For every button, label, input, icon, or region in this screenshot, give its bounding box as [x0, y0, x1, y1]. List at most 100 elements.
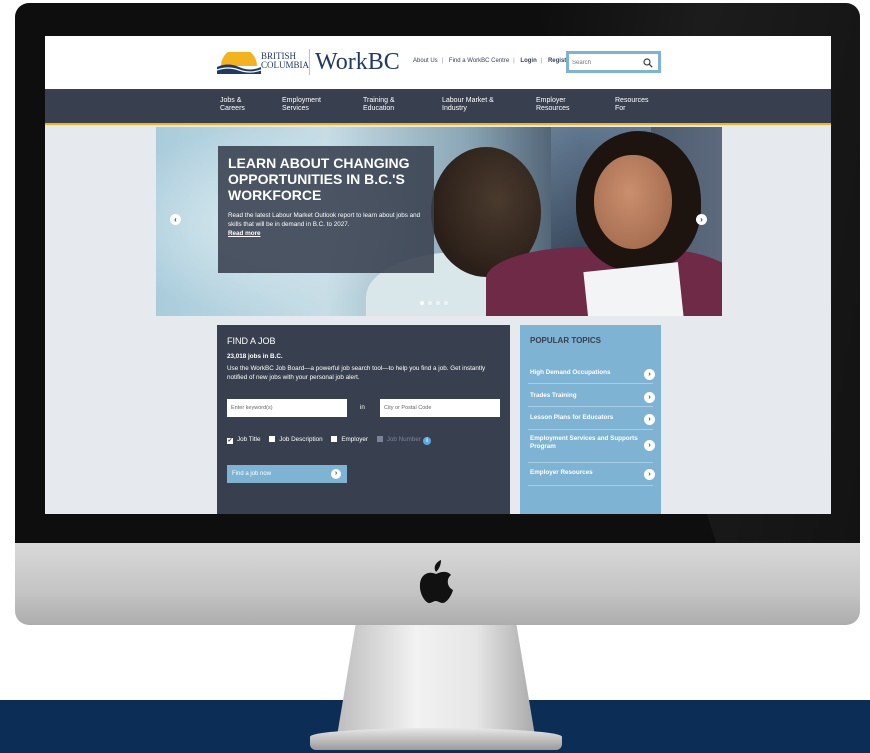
- find-job-description: Use the WorkBC Job Board—a powerful job …: [227, 365, 486, 381]
- logo-divider: [309, 49, 310, 75]
- arrow-right-icon: ›: [644, 414, 655, 425]
- website-screen: BRITISH COLUMBIA WorkBC About Us | Find a…: [45, 36, 831, 514]
- search-filters: ✔ Job Title Job Description Employer Job …: [227, 436, 438, 445]
- hero-description: Read the latest Labour Market Outlook re…: [228, 212, 421, 228]
- location-input[interactable]: City or Postal Code: [380, 399, 500, 417]
- arrow-right-icon: ›: [644, 440, 655, 451]
- nav-label: Education: [363, 105, 395, 112]
- hero-photo-person: [594, 155, 672, 249]
- hero-read-more-link[interactable]: Read more: [228, 229, 424, 238]
- link-separator: |: [441, 58, 444, 64]
- nav-employer-resources[interactable]: Employer Resources: [536, 97, 606, 113]
- nav-label: Training &: [363, 97, 395, 104]
- checkbox-label: Job Description: [279, 436, 323, 443]
- nav-jobs-careers[interactable]: Jobs & Careers: [220, 97, 290, 113]
- monitor-stand-base: [310, 728, 562, 750]
- photo-scene: BRITISH COLUMBIA WorkBC About Us | Find a…: [0, 0, 870, 753]
- carousel-next-icon[interactable]: ›: [696, 214, 707, 225]
- topic-trades-training[interactable]: Trades Training ›: [530, 392, 655, 403]
- nav-labour-market[interactable]: Labour Market & Industry: [442, 97, 512, 113]
- hero-title: LEARN ABOUT CHANGING OPPORTUNITIES IN B.…: [228, 155, 410, 203]
- keyword-input[interactable]: Enter keyword(s): [227, 399, 347, 417]
- link-separator: |: [540, 58, 543, 64]
- nav-training-education[interactable]: Training & Education: [363, 97, 433, 113]
- topic-divider: [528, 429, 653, 430]
- apple-logo-icon: [419, 560, 453, 604]
- checkbox-label: Employer: [341, 436, 368, 443]
- carousel-dot[interactable]: [428, 301, 432, 305]
- nav-label: Careers: [220, 105, 245, 112]
- topic-divider: [528, 406, 653, 407]
- button-label: Find a job now: [232, 471, 272, 477]
- topic-label: Employer Resources: [530, 469, 593, 476]
- topic-high-demand-occupations[interactable]: High Demand Occupations ›: [530, 369, 655, 380]
- topic-divider: [528, 383, 653, 384]
- about-us-link[interactable]: About Us: [413, 58, 438, 64]
- bc-wordmark[interactable]: BRITISH COLUMBIA: [261, 52, 309, 70]
- popular-topics-title: POPULAR TOPICS: [530, 336, 601, 345]
- search-box[interactable]: [566, 51, 661, 73]
- find-a-job-panel: FIND A JOB 23,018 jobs in B.C. Use the W…: [217, 325, 510, 514]
- hero-caption: LEARN ABOUT CHANGING OPPORTUNITIES IN B.…: [218, 146, 434, 273]
- checkbox-label: Job Number: [386, 436, 422, 443]
- nav-employment-services[interactable]: Employment Services: [282, 97, 352, 113]
- nav-label: Industry: [442, 105, 467, 112]
- job-count: 23,018 jobs in B.C.: [227, 353, 283, 360]
- carousel-dots: [420, 292, 452, 310]
- checkbox-label: Job Title: [237, 436, 261, 443]
- checkbox-icon: [331, 436, 338, 442]
- job-description-checkbox[interactable]: Job Description: [269, 436, 323, 443]
- topic-label: Lesson Plans for Educators: [530, 414, 614, 421]
- nav-label: Resources: [536, 105, 570, 112]
- site-header: BRITISH COLUMBIA WorkBC About Us | Find a…: [45, 36, 831, 89]
- carousel-dot[interactable]: [420, 301, 424, 305]
- hero-carousel: LEARN ABOUT CHANGING OPPORTUNITIES IN B.…: [156, 127, 722, 316]
- nav-resources-for[interactable]: Resources For: [615, 97, 685, 113]
- carousel-dot[interactable]: [444, 301, 448, 305]
- nav-label: Jobs &: [220, 97, 242, 104]
- bc-sun-logo-icon: [217, 52, 261, 74]
- topic-employment-services-program[interactable]: Employment Services and Supports Program…: [530, 435, 655, 455]
- employer-checkbox[interactable]: Employer: [331, 436, 368, 443]
- topic-label: High Demand Occupations: [530, 369, 611, 376]
- arrow-right-icon: ›: [644, 392, 655, 403]
- nav-label: Employer: [536, 97, 566, 104]
- main-nav: Jobs & Careers Employment Services Trainin…: [45, 89, 831, 125]
- popular-topics-panel: POPULAR TOPICS High Demand Occupations › …: [520, 325, 661, 514]
- topic-divider: [528, 462, 653, 463]
- checkbox-icon: [269, 436, 276, 442]
- arrow-right-icon: ›: [644, 469, 655, 480]
- arrow-right-icon: ›: [644, 369, 655, 380]
- carousel-prev-icon[interactable]: ‹: [170, 214, 181, 225]
- search-input[interactable]: [572, 57, 642, 69]
- arrow-right-icon: ›: [331, 469, 341, 479]
- checkbox-checked-icon: ✔: [227, 438, 233, 444]
- utility-links: About Us | Find a WorkBC Centre | Login | R…: [411, 58, 574, 64]
- nav-label: Labour Market &: [442, 97, 494, 104]
- hero-photo-paper: [583, 262, 684, 316]
- carousel-dot[interactable]: [436, 301, 440, 305]
- search-icon[interactable]: [643, 58, 653, 68]
- checkbox-icon: [376, 436, 383, 442]
- logo-line2: COLUMBIA: [261, 60, 310, 70]
- login-link[interactable]: Login: [520, 58, 536, 64]
- nav-label: Services: [282, 105, 309, 112]
- workbc-logo[interactable]: WorkBC: [315, 48, 400, 76]
- topic-lesson-plans[interactable]: Lesson Plans for Educators ›: [530, 414, 655, 425]
- info-icon[interactable]: i: [423, 437, 432, 445]
- topic-employer-resources[interactable]: Employer Resources ›: [530, 469, 655, 480]
- topic-label: Employment Services and Supports Program: [530, 435, 638, 450]
- find-centre-link[interactable]: Find a WorkBC Centre: [449, 58, 509, 64]
- nav-label: Resources: [615, 97, 649, 104]
- nav-label: For: [615, 105, 626, 112]
- monitor-stand: [336, 622, 536, 742]
- topic-divider: [528, 485, 653, 486]
- find-job-title: FIND A JOB: [227, 336, 276, 346]
- in-label: in: [360, 404, 365, 411]
- find-job-now-button[interactable]: Find a job now ›: [227, 465, 347, 483]
- job-title-checkbox[interactable]: ✔ Job Title: [227, 436, 260, 444]
- nav-label: Employment: [282, 97, 321, 104]
- job-number-checkbox[interactable]: Job Number i: [376, 436, 432, 445]
- topic-label: Trades Training: [530, 392, 577, 399]
- link-separator: |: [513, 58, 515, 64]
